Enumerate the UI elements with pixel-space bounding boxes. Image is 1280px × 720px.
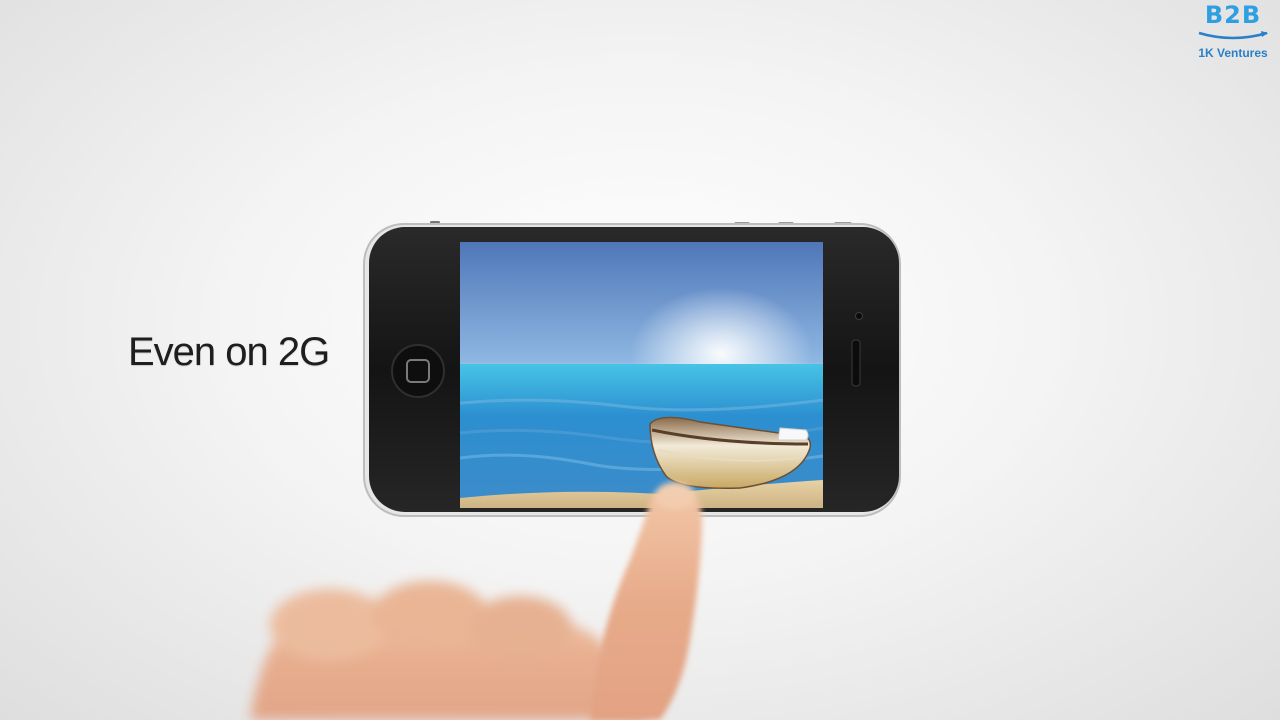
b2b-logo: B2B 1K Ventures: [1190, 1, 1276, 60]
headline-text: Even on 2G: [128, 330, 330, 374]
logo-mark: B2B: [1204, 1, 1262, 29]
video-frame: B2B 1K Ventures Even on 2G: [0, 0, 1280, 720]
logo-swoosh-icon: [1198, 31, 1268, 40]
home-button-icon[interactable]: [391, 344, 445, 398]
logo-subtitle: 1K Ventures: [1198, 46, 1268, 60]
smartphone: [360, 218, 905, 520]
smartphone-illustration: [363, 221, 901, 517]
camera-icon: [855, 312, 863, 320]
speaker-icon: [851, 339, 861, 387]
screen-image: [460, 242, 823, 508]
